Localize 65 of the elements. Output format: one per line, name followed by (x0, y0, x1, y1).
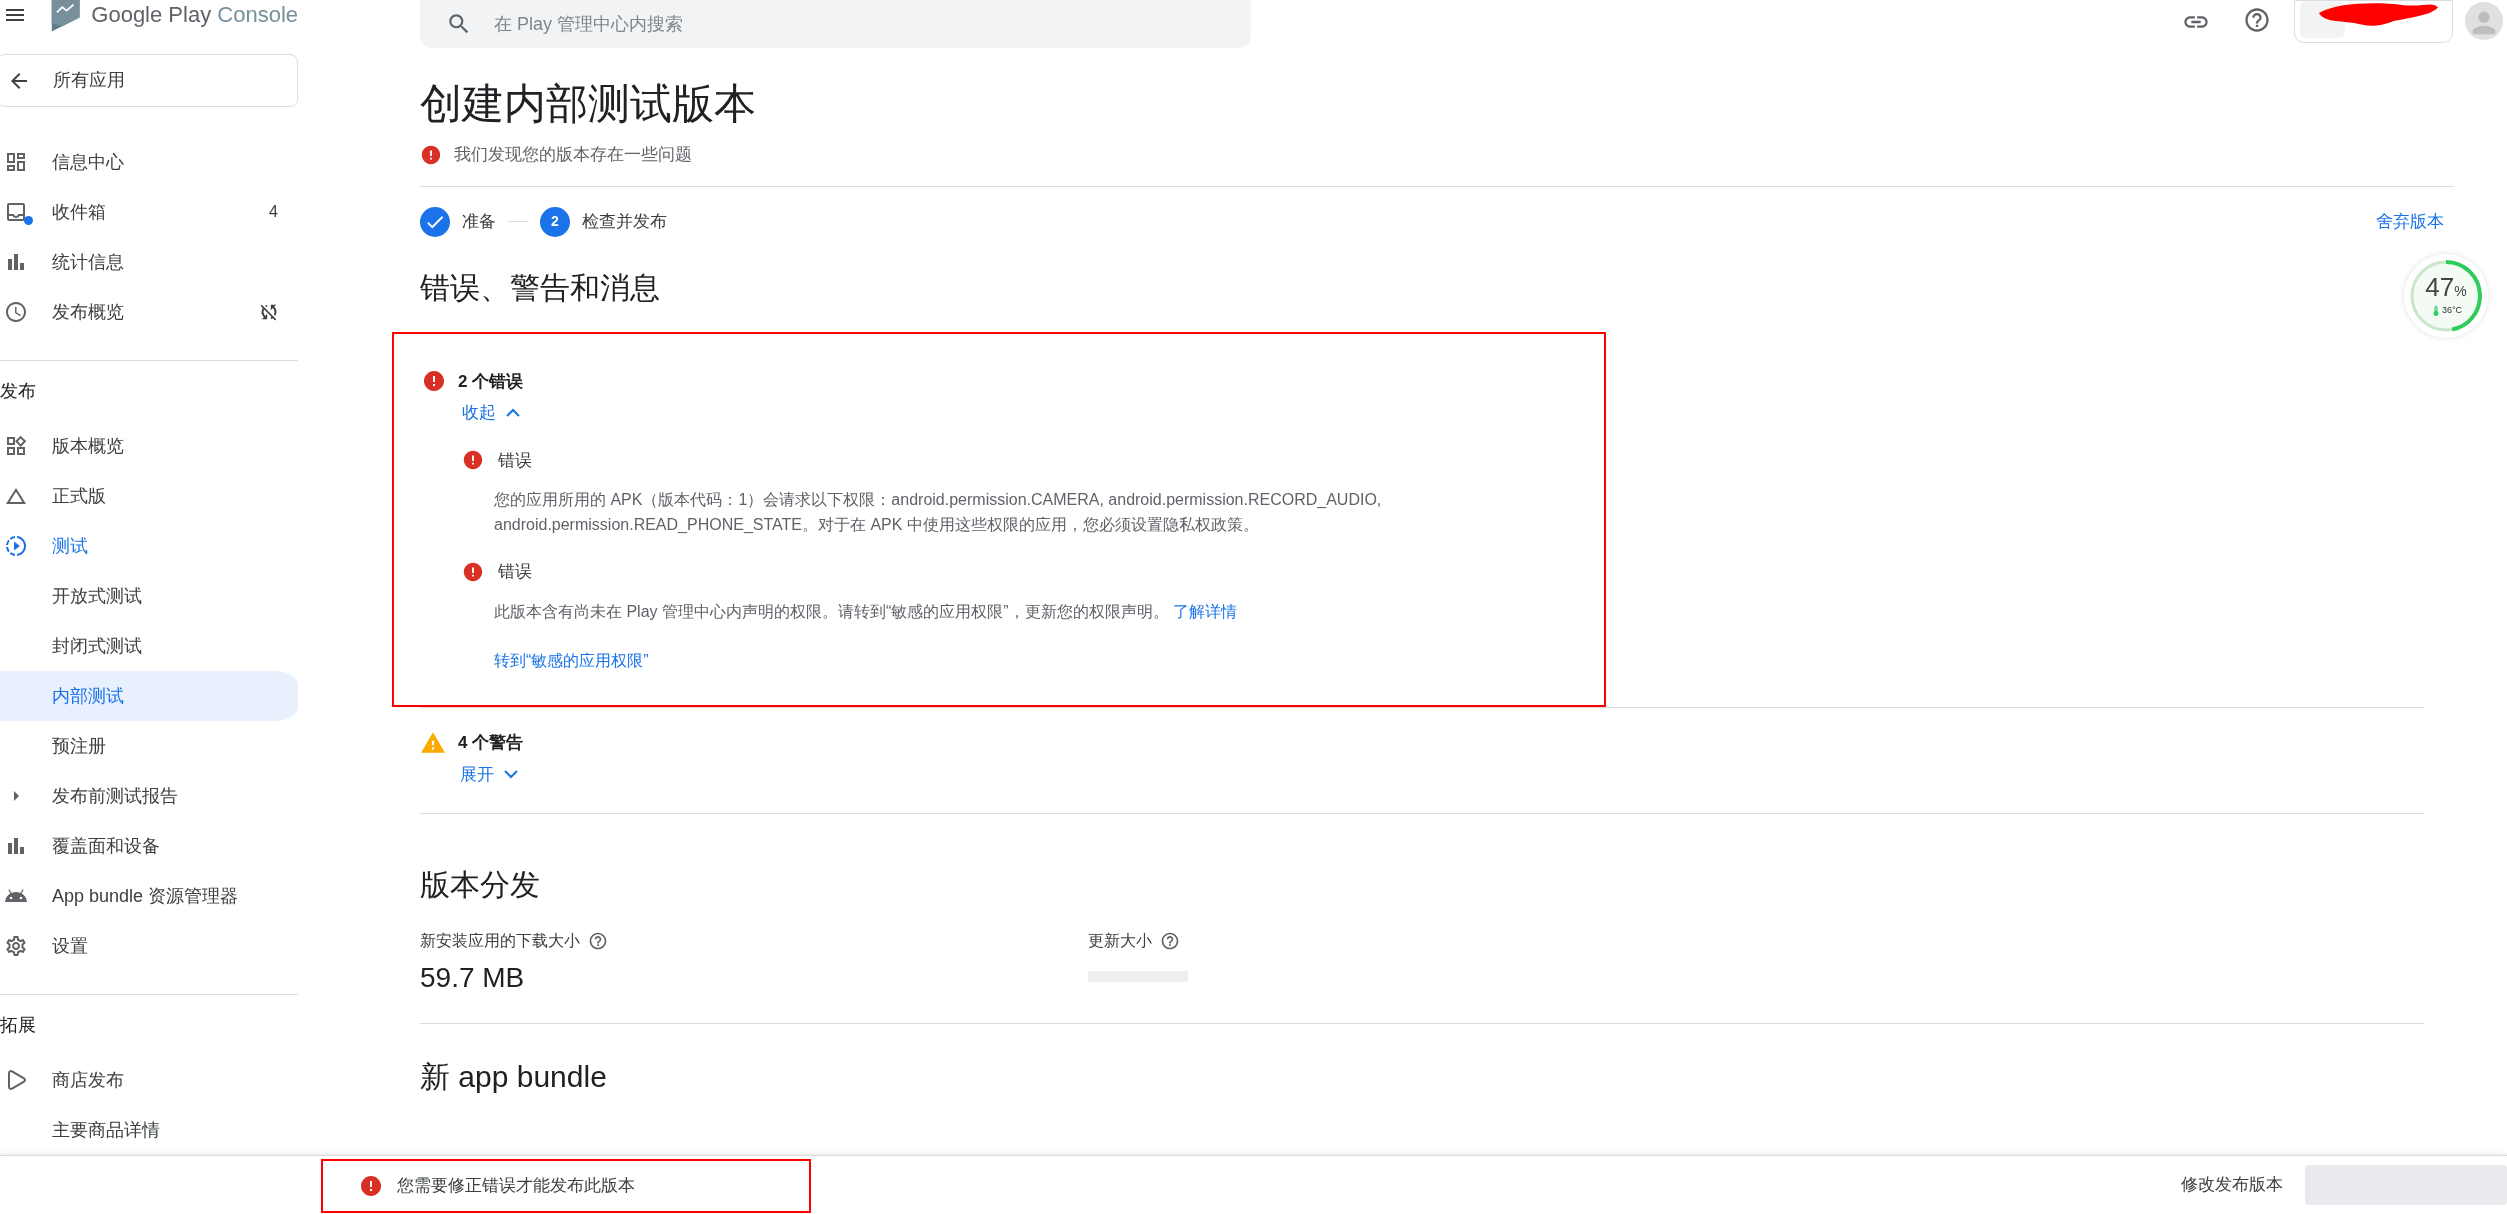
page-title: 创建内部测试版本 (420, 79, 757, 129)
nav-icon (4, 434, 28, 458)
section-heading: 新 app bundle (420, 1059, 608, 1095)
error-icon (420, 143, 442, 166)
nav-icon (4, 150, 28, 174)
error-message: 此版本含有尚未在 Play 管理中心内声明的权限。请转到“敏感的应用权限”，更新您的权限声明。 了解详情 (494, 601, 1239, 622)
status-message: 我们发现您的版本存在一些问题 (454, 144, 692, 166)
error-icon (462, 449, 484, 472)
error-message: 您的应用所用的 APK（版本代码：1）会请求以下权限：android.permission.CAMERA, android.permission.RECORD_AUDIO, android.permission.READ_PHONE_STATE。对于在 APK 中使用这些权限的应用，您必须设置隐私权政策。 (494, 490, 1383, 535)
account-chip[interactable] (2294, 0, 2453, 43)
nav-icon (4, 934, 28, 958)
nav-item[interactable]: 主要商品详情 (0, 1105, 298, 1155)
nav-item[interactable]: 封闭式测试 (0, 621, 298, 671)
edit-release-button[interactable]: 修改发布版本 (2169, 1172, 2295, 1198)
error-title: 错误 (498, 561, 532, 583)
search-field[interactable]: 在 Play 管理中心内搜索 (494, 10, 1194, 38)
metric-label: 新安装应用的下载大小 (420, 931, 580, 951)
item-count: 4 (269, 202, 278, 222)
nav-item[interactable]: 统计信息 (0, 237, 298, 287)
nav-item[interactable]: 发布概览 (0, 287, 298, 337)
nav-item[interactable]: 测试 (0, 521, 298, 571)
nav-item[interactable]: 商店发布 (0, 1055, 298, 1105)
nav-icon (4, 300, 28, 324)
step-number: 2 (540, 206, 570, 237)
chevron-down-icon (504, 769, 518, 779)
nav-item[interactable]: 设置 (0, 921, 298, 971)
toggle-link[interactable]: 收起 (462, 400, 520, 426)
nav-icon (4, 534, 28, 558)
footer-message: 您需要修正错误才能发布此版本 (397, 1175, 635, 1198)
step: 准备 (420, 206, 496, 237)
metric-value: 59.7 MB (420, 961, 526, 995)
nav-item[interactable]: 开放式测试 (0, 571, 298, 621)
error-icon (359, 1174, 383, 1198)
nav-item[interactable]: 正式版 (0, 471, 298, 521)
nav-item[interactable]: 版本概览 (0, 421, 298, 471)
learn-more-link[interactable]: 了解详情 (1168, 602, 1238, 620)
section-heading: 版本分发 (420, 867, 541, 903)
issue-summary: 2 个错误 (458, 370, 524, 393)
metric-label: 更新大小 (1088, 931, 1152, 951)
nav-item[interactable]: 覆盖面和设备 (0, 821, 298, 871)
section-heading: 发布 (0, 379, 37, 403)
discard-link[interactable]: 舍弃版本 (2376, 208, 2444, 235)
error-icon (462, 560, 484, 583)
percent-reading: 47% (2425, 274, 2467, 305)
issue-summary: 4 个警告 (458, 731, 524, 754)
error-title: 错误 (498, 449, 532, 472)
nav-item[interactable]: 内部测试 (0, 671, 298, 721)
help-icon[interactable] (1160, 931, 1180, 951)
search-bar[interactable]: 在 Play 管理中心内搜索 (420, 0, 1251, 48)
nav-icon (4, 200, 28, 224)
nav-item[interactable]: App bundle 资源管理器 (0, 871, 298, 921)
chevron-up-icon (506, 408, 520, 418)
nav-item[interactable]: 信息中心 (0, 137, 298, 187)
temperature-reading: 36°C (2441, 304, 2463, 318)
section-heading: 错误、警告和消息 (420, 269, 661, 306)
step: 2 检查并发布 (540, 206, 667, 237)
help-icon[interactable] (588, 931, 608, 951)
logo-text: Google Play Console (91, 0, 298, 29)
help-icon[interactable] (2243, 6, 2271, 34)
nav-item[interactable]: 收件箱 4 (0, 187, 298, 237)
section-heading: 拓展 (0, 1013, 37, 1037)
toggle-link[interactable]: 展开 (460, 761, 518, 787)
permissions-link[interactable]: 转到“敏感的应用权限” (494, 648, 649, 673)
nav-item[interactable]: 预注册 (0, 721, 298, 771)
nav-item[interactable]: 发布前测试报告 (0, 771, 298, 821)
